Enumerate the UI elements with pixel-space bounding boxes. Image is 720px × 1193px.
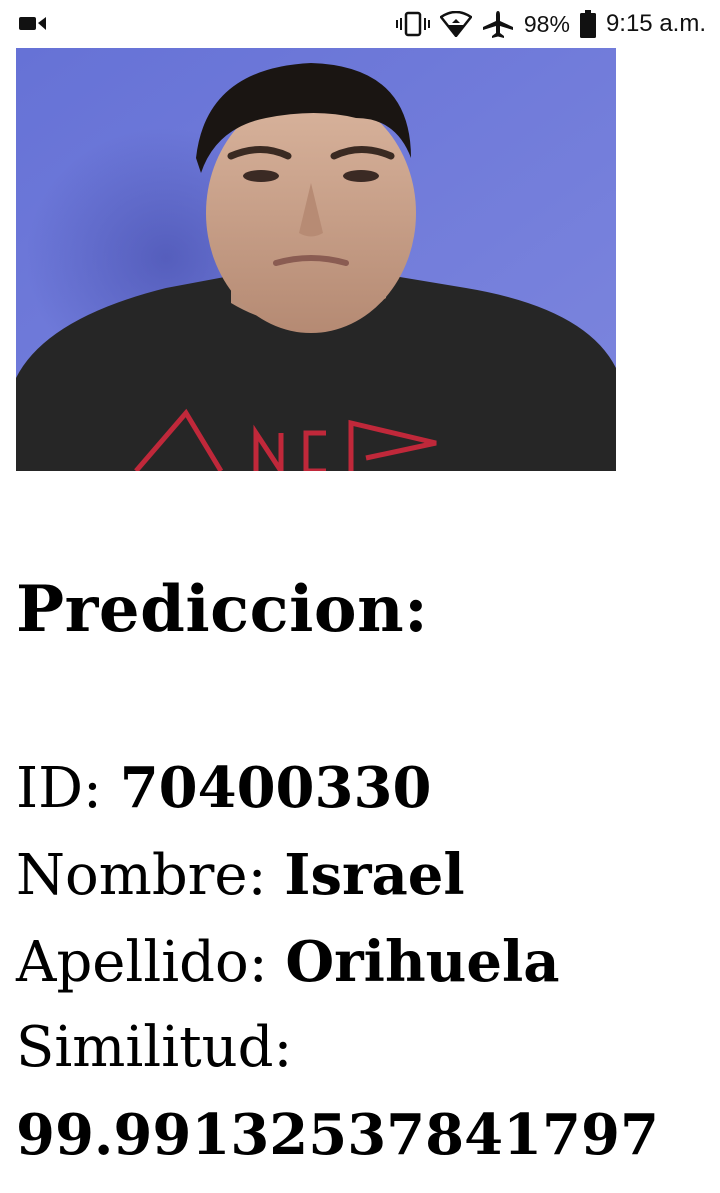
clock: 9:15 a.m. xyxy=(605,10,706,37)
prediction-title: Prediccion: xyxy=(16,572,429,647)
status-bar: 98% 9:15 a.m. xyxy=(0,0,720,48)
similitud-label: Similitud: xyxy=(16,1015,293,1080)
apellido-label: Apellido: xyxy=(16,930,286,995)
battery-percent: 98% xyxy=(523,10,570,37)
id-value: 70400330 xyxy=(119,755,432,821)
similitud-value: 99.99132537841797 xyxy=(16,1102,659,1168)
airplane-icon xyxy=(482,10,514,38)
apellido-row: Apellido: Orihuela xyxy=(16,934,560,991)
vibrate-icon xyxy=(395,11,430,37)
wifi-icon xyxy=(439,11,472,37)
nombre-value: Israel xyxy=(284,842,465,908)
battery-icon xyxy=(579,10,596,38)
video-camera-icon xyxy=(18,11,48,38)
person-photo xyxy=(16,48,616,471)
nombre-label: Nombre: xyxy=(16,843,285,908)
apellido-value: Orihuela xyxy=(285,929,560,995)
status-left xyxy=(18,11,48,38)
id-label: ID: xyxy=(16,756,120,821)
nombre-row: Nombre: Israel xyxy=(16,847,465,904)
status-right: 98% 9:15 a.m. xyxy=(395,10,706,38)
id-row: ID: 70400330 xyxy=(16,760,431,817)
